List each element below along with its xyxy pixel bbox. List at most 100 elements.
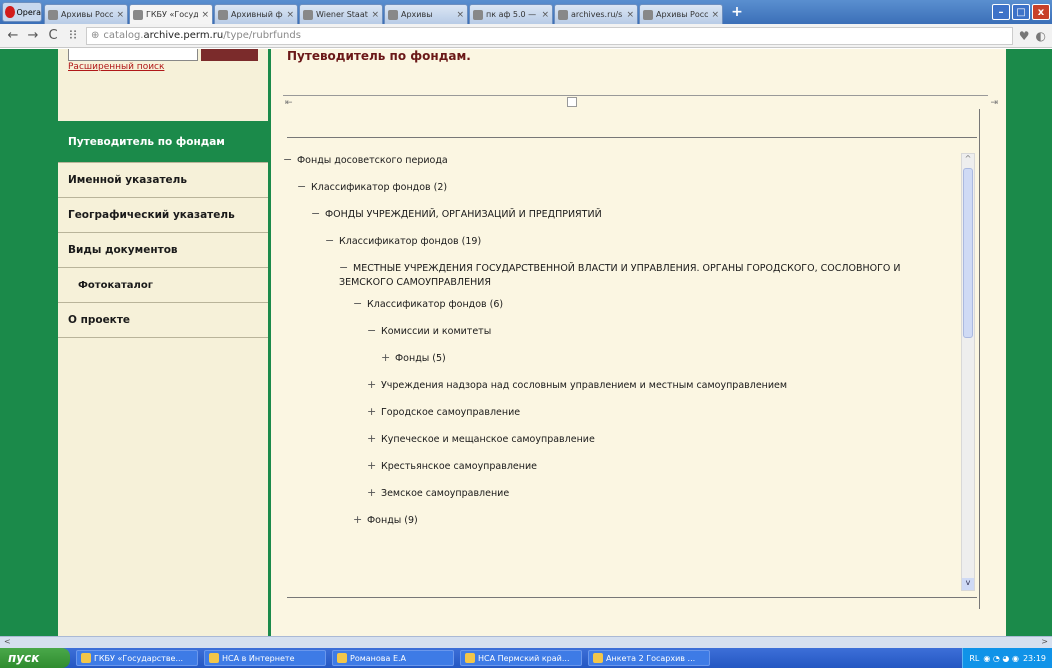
panel-handle-icon[interactable] [567, 97, 577, 107]
sidebar-item[interactable]: Фотокаталог [58, 268, 268, 303]
tree-node-label[interactable]: Фонды досоветского периода [297, 155, 448, 166]
downloads-icon[interactable]: ◐ [1036, 29, 1046, 43]
tab-close-icon[interactable]: × [456, 10, 464, 20]
tab-label: Архивы России [61, 10, 114, 19]
tree-node-label[interactable]: Крестьянское самоуправление [381, 461, 537, 472]
tab-close-icon[interactable]: × [711, 10, 719, 20]
tree-toggle-icon[interactable]: + [367, 486, 381, 500]
tab-close-icon[interactable]: × [286, 10, 294, 20]
advanced-search-link[interactable]: Расширенный поиск [68, 62, 164, 72]
browser-tab[interactable]: archives.ru/sites× [554, 4, 638, 24]
tab-label: Архивы России [656, 10, 709, 19]
taskbar-window-button[interactable]: Анкета 2 Госархив ... [588, 650, 710, 666]
tray-icons: ◉ ◔ ◕ ◉ [983, 653, 1019, 663]
tab-close-icon[interactable]: × [201, 10, 209, 20]
scroll-right-icon[interactable]: > [1041, 637, 1048, 646]
scroll-down-icon[interactable]: v [962, 578, 974, 590]
reload-icon[interactable]: C [46, 28, 60, 43]
browser-tab[interactable]: Архивный фонд× [214, 4, 298, 24]
new-tab-button[interactable]: + [728, 3, 746, 21]
taskbar-window-button[interactable]: НСА Пермский край... [460, 650, 582, 666]
sidebar-item[interactable]: Виды документов [58, 233, 268, 268]
sidebar-item[interactable]: Географический указатель [58, 198, 268, 233]
divider-line-bottom [287, 597, 977, 598]
browser-tab[interactable]: Архивы России× [44, 4, 128, 24]
tree-node-label[interactable]: Городское самоуправление [381, 407, 520, 418]
window-icon [465, 653, 475, 663]
language-indicator[interactable]: RL [969, 654, 979, 663]
search-button[interactable] [201, 49, 258, 61]
tree-toggle-icon[interactable]: + [367, 459, 381, 473]
tab-label: Wiener Staatsa [316, 10, 368, 19]
browser-tab[interactable]: пк аф 5.0 — По× [469, 4, 553, 24]
tree-toggle-icon[interactable]: + [381, 351, 395, 365]
address-bar-row: ← → C ⁝⁝ ⊕ catalog. archive.perm.ru/type/… [0, 24, 1052, 48]
tree-node-label[interactable]: Купеческое и мещанское самоуправление [381, 434, 595, 445]
back-arrow-icon[interactable]: ← [6, 28, 20, 43]
sidebar-item[interactable]: Именной указатель [58, 163, 268, 198]
tree-node-label[interactable]: Земское самоуправление [381, 488, 509, 499]
tree-node-label[interactable]: Классификатор фондов (2) [311, 182, 447, 193]
tab-close-icon[interactable]: × [116, 10, 124, 20]
tree-toggle-icon[interactable]: + [367, 405, 381, 419]
taskbar-buttons: ГКБУ «Государстве... НСА в Интернете Роман… [70, 650, 710, 666]
collapse-right-icon[interactable]: ⇥ [990, 98, 998, 108]
tree-toggle-icon[interactable]: − [311, 207, 325, 221]
restore-icon[interactable]: □ [1012, 4, 1030, 20]
page-horizontal-scrollbar[interactable]: < > [0, 636, 1052, 648]
minimize-icon[interactable]: – [992, 4, 1010, 20]
sidebar-item[interactable]: О проекте [58, 303, 268, 338]
tab-favicon-icon [48, 9, 58, 20]
forward-arrow-icon[interactable]: → [26, 28, 40, 43]
tab-close-icon[interactable]: × [541, 10, 549, 20]
tab-favicon-icon [303, 9, 313, 20]
tree-toggle-icon[interactable]: − [339, 261, 353, 275]
taskbar-window-button[interactable]: Романова Е.А [332, 650, 454, 666]
browser-tab[interactable]: ГКБУ «Государ× [129, 4, 213, 24]
tree-node-label[interactable]: Комиссии и комитеты [381, 326, 491, 337]
scroll-left-icon[interactable]: < [4, 637, 11, 646]
fund-tree: − Фонды досоветского периода − Классификато… [283, 153, 963, 583]
tree-node-label[interactable]: Учреждения надзора над сословным управле… [381, 380, 787, 391]
sidebar-item[interactable]: Путеводитель по фондам [58, 121, 268, 163]
taskbar-window-button[interactable]: ГКБУ «Государстве... [76, 650, 198, 666]
collapse-left-icon[interactable]: ⇤ [285, 98, 293, 108]
tree-node-label[interactable]: МЕСТНЫЕ УЧРЕЖДЕНИЯ ГОСУДАРСТВЕННОЙ ВЛАСТ… [339, 263, 901, 288]
tree-node-label[interactable]: Классификатор фондов (19) [339, 236, 481, 247]
tree-node: + Земское самоуправление [367, 486, 943, 501]
opera-menu-button[interactable]: Opera [2, 2, 42, 22]
start-button[interactable]: пуск [0, 648, 70, 668]
taskbar-button-label: ГКБУ «Государстве... [94, 653, 184, 663]
tree-node-label[interactable]: Фонды (5) [395, 353, 446, 364]
url-field[interactable]: ⊕ catalog. archive.perm.ru/type/rubrfunds [86, 26, 1013, 45]
tree-toggle-icon[interactable]: + [367, 432, 381, 446]
scroll-thumb[interactable] [963, 168, 973, 338]
tree-toggle-icon[interactable]: − [297, 180, 311, 194]
tree-node-label[interactable]: ФОНДЫ УЧРЕЖДЕНИЙ, ОРГАНИЗАЦИЙ И ПРЕДПРИЯ… [325, 209, 602, 220]
speed-dial-icon[interactable]: ⁝⁝ [66, 28, 80, 43]
tab-strip: Архивы России×ГКБУ «Государ×Архивный фон… [44, 4, 724, 24]
taskbar-window-button[interactable]: НСА в Интернете [204, 650, 326, 666]
main-panel: Путеводитель по фондам. ⇤ ⇥ − Фонды досов… [271, 49, 1006, 636]
tree-node-label[interactable]: Классификатор фондов (6) [367, 299, 503, 310]
tree-toggle-icon[interactable]: + [367, 378, 381, 392]
browser-tab[interactable]: Архивы × [384, 4, 468, 24]
tree-node: − МЕСТНЫЕ УЧРЕЖДЕНИЯ ГОСУДАРСТВЕННОЙ ВЛАС… [339, 261, 943, 290]
tree-scrollbar[interactable]: ^ v [961, 153, 975, 591]
divider-line [287, 137, 977, 138]
tree-toggle-icon[interactable]: − [367, 324, 381, 338]
search-input[interactable] [68, 49, 198, 61]
bookmark-heart-icon[interactable]: ♥ [1019, 29, 1030, 43]
site-info-icon[interactable]: ⊕ [91, 30, 99, 41]
tree-node-label[interactable]: Фонды (9) [367, 515, 418, 526]
tree-toggle-icon[interactable]: − [353, 297, 367, 311]
browser-tab[interactable]: Wiener Staatsa× [299, 4, 383, 24]
tree-toggle-icon[interactable]: − [283, 153, 297, 167]
close-window-icon[interactable]: x [1032, 4, 1050, 20]
tab-close-icon[interactable]: × [371, 10, 379, 20]
tab-close-icon[interactable]: × [626, 10, 634, 20]
browser-tab[interactable]: Архивы России× [639, 4, 723, 24]
tree-toggle-icon[interactable]: − [325, 234, 339, 248]
scroll-up-icon[interactable]: ^ [962, 154, 974, 166]
tree-toggle-icon[interactable]: + [353, 513, 367, 527]
